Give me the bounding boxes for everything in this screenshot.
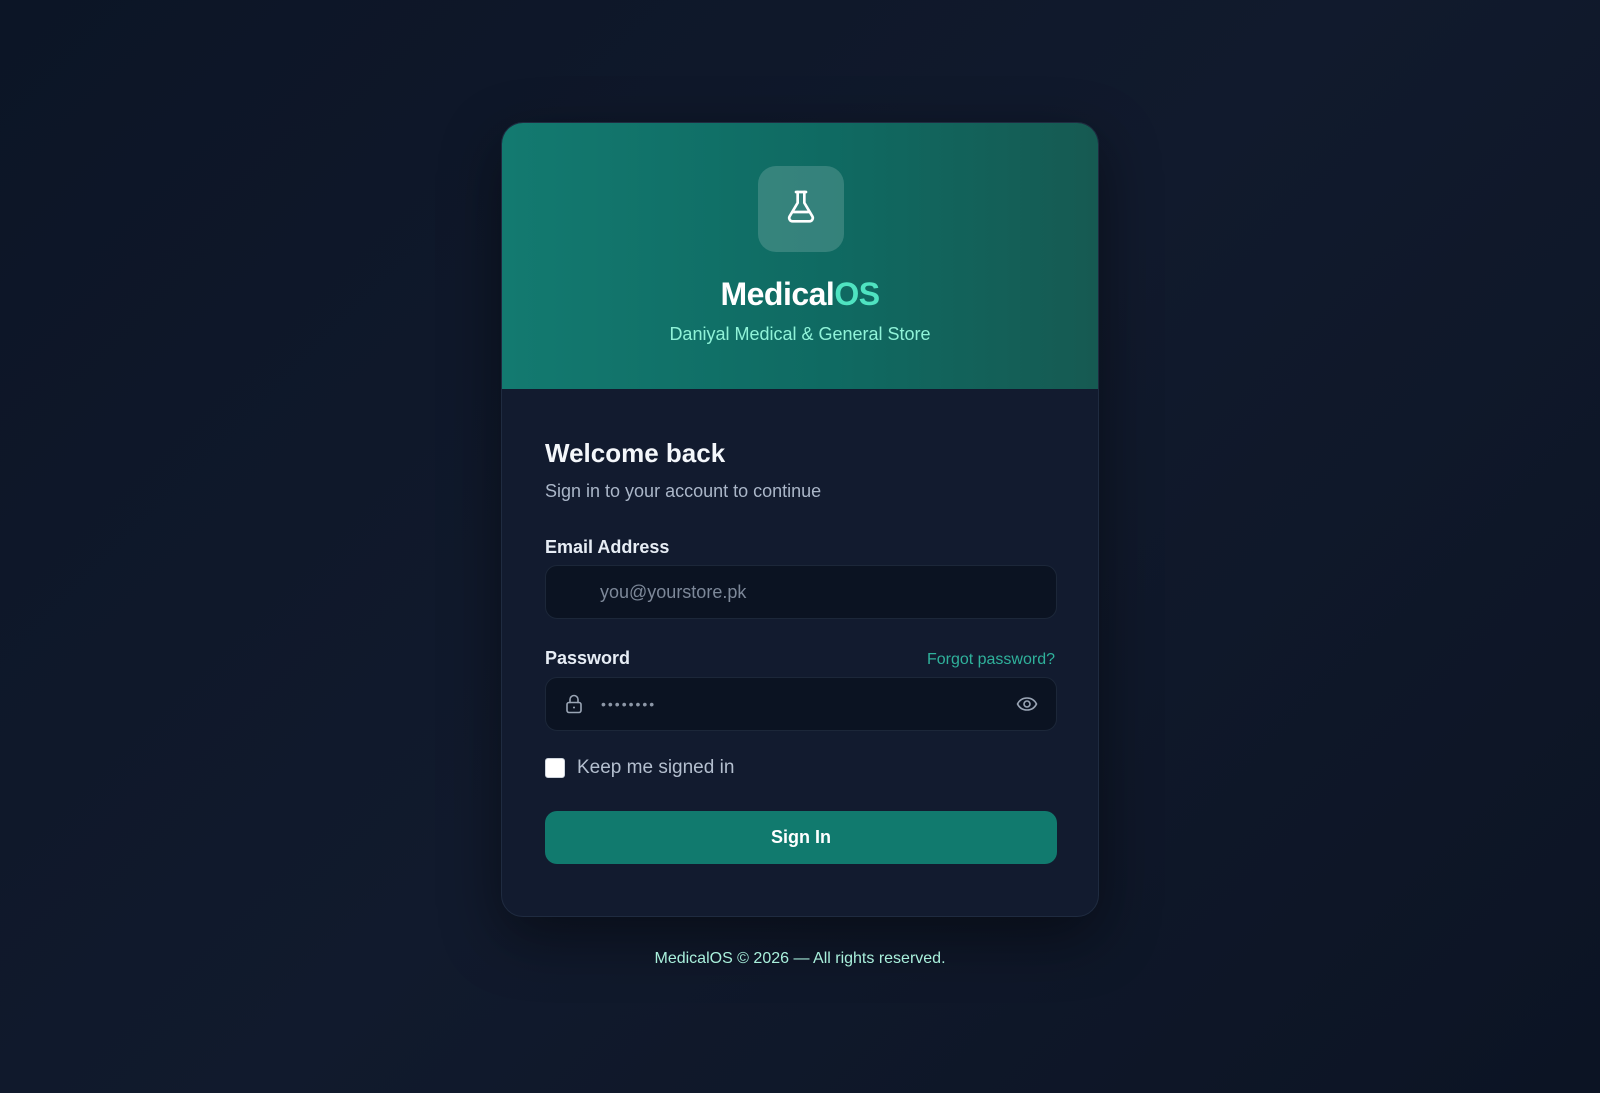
remember-me[interactable]: Keep me signed in — [545, 757, 734, 779]
password-field[interactable]: •••••••• — [545, 677, 1057, 731]
show-password-eye-icon[interactable] — [1016, 693, 1038, 715]
forgot-password-link[interactable]: Forgot password? — [927, 651, 1055, 669]
page-title: Welcome back — [545, 438, 726, 468]
footer-copyright: MedicalOS © 2026 — All rights reserved. — [654, 950, 946, 967]
app-title-primary: Medical — [720, 276, 835, 312]
remember-label: Keep me signed in — [577, 757, 735, 778]
lock-icon — [565, 693, 585, 715]
email-label: Email Address — [545, 537, 670, 557]
store-name: Daniyal Medical & General Store — [669, 324, 931, 344]
login-card: MedicalOS Daniyal Medical & General Stor… — [501, 122, 1099, 917]
card-header: MedicalOS Daniyal Medical & General Stor… — [502, 123, 1098, 389]
app-title: MedicalOS — [502, 276, 1098, 313]
password-value: •••••••• — [601, 696, 657, 712]
flask-icon — [781, 187, 821, 232]
email-field[interactable] — [600, 566, 1056, 618]
remember-checkbox[interactable] — [545, 758, 565, 778]
email-field-container — [545, 565, 1057, 619]
sign-in-button[interactable]: Sign In — [545, 811, 1057, 864]
password-label: Password — [545, 648, 631, 668]
logo-tile — [758, 166, 844, 252]
app-title-accent: OS — [834, 276, 880, 312]
page-subtitle: Sign in to your account to continue — [545, 481, 822, 501]
